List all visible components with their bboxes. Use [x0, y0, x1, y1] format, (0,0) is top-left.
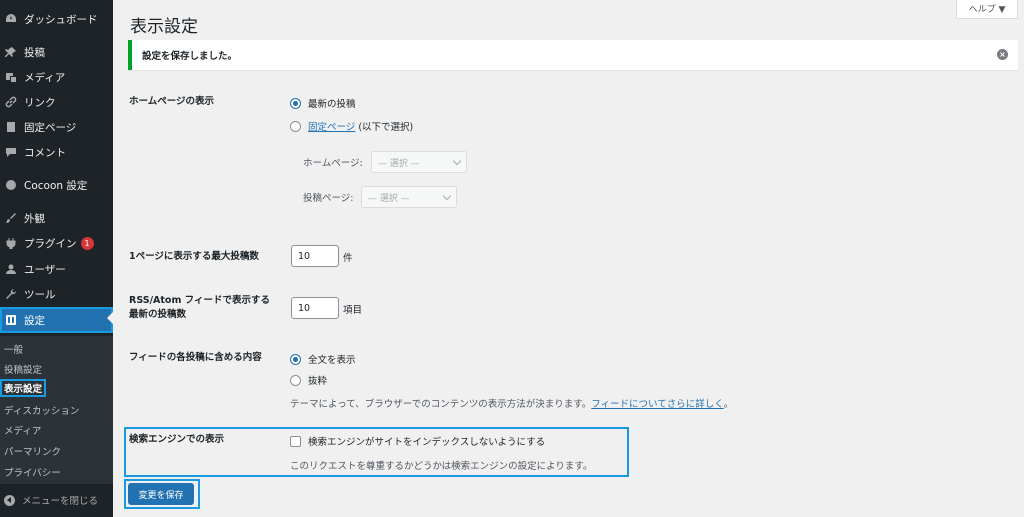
- menu-pages[interactable]: 固定ページ: [0, 116, 113, 138]
- posts-page-select-label: 投稿ページ:: [303, 193, 354, 204]
- posts-page-select-value: — 選択 —: [368, 193, 410, 204]
- menu-appearance[interactable]: 外観: [0, 207, 113, 229]
- menu-links-label: リンク: [24, 96, 56, 109]
- chevron-down-icon: [452, 156, 462, 166]
- submenu-discussion[interactable]: ディスカッション: [4, 403, 79, 417]
- menu-appearance-label: 外観: [24, 212, 45, 225]
- feed-description-end: 。: [723, 399, 734, 410]
- menu-pages-label: 固定ページ: [24, 121, 77, 134]
- posts-per-page-unit: 件: [343, 253, 353, 264]
- brush-icon: [4, 211, 18, 225]
- menu-cocoon[interactable]: Cocoon 設定: [0, 174, 113, 196]
- rss-items-unit: 項目: [343, 305, 363, 316]
- link-icon: [4, 95, 18, 109]
- collapse-icon: [4, 494, 15, 506]
- user-icon: [4, 262, 18, 276]
- posts-per-page-label: 1ページに表示する最大投稿数: [129, 251, 259, 262]
- feed-description-text: テーマによって、ブラウザーでのコンテンツの表示方法が決まります。: [290, 399, 592, 410]
- discourage-search-checkbox[interactable]: 検索エンジンがサイトをインデックスしないようにする: [290, 434, 545, 448]
- menu-tools-label: ツール: [24, 288, 56, 301]
- chevron-down-icon: [442, 191, 452, 201]
- page-title: 表示設定: [130, 17, 198, 37]
- notice-text: 設定を保存しました。: [142, 51, 238, 62]
- discourage-search-box[interactable]: [290, 435, 301, 447]
- radio-static-page-dot[interactable]: [290, 120, 301, 132]
- rss-items-label-line2: 最新の投稿数: [129, 309, 187, 320]
- feed-content-label: フィードの各投稿に含める内容: [129, 352, 262, 363]
- radio-latest-posts[interactable]: 最新の投稿: [290, 96, 356, 110]
- search-engine-description: このリクエストを尊重するかどうかは検索エンジンの設定によります。: [290, 461, 593, 472]
- media-icon: [4, 70, 18, 84]
- menu-comments-label: コメント: [24, 146, 66, 159]
- menu-media[interactable]: メディア: [0, 66, 113, 88]
- radio-latest-posts-label: 最新の投稿: [308, 99, 356, 110]
- radio-latest-posts-dot[interactable]: [290, 97, 301, 109]
- page-icon: [4, 120, 18, 134]
- admin-sidebar: ダッシュボード 投稿 メディア リンク 固定ページ コメント Cocoon 設定…: [0, 0, 113, 517]
- menu-comments[interactable]: コメント: [0, 141, 113, 163]
- collapse-menu-button[interactable]: メニューを閉じる: [4, 493, 98, 507]
- menu-tools[interactable]: ツール: [0, 283, 113, 305]
- radio-excerpt-label: 抜粋: [308, 376, 328, 387]
- plugin-icon: [4, 236, 18, 250]
- radio-excerpt[interactable]: 抜粋: [290, 373, 327, 387]
- menu-links[interactable]: リンク: [0, 91, 113, 113]
- collapse-menu-label: メニューを閉じる: [22, 496, 99, 507]
- submenu-media[interactable]: メディア: [4, 423, 41, 437]
- menu-plugins[interactable]: プラグイン 1: [0, 232, 113, 254]
- update-count-badge: 1: [80, 236, 94, 250]
- homepage-select-label: ホームページ:: [303, 158, 363, 169]
- radio-full-text-dot[interactable]: [290, 353, 301, 365]
- search-engine-label: 検索エンジンでの表示: [129, 434, 225, 445]
- homepage-select[interactable]: — 選択 —: [371, 151, 467, 173]
- wrench-icon: [4, 287, 18, 301]
- posts-per-page-input[interactable]: 10: [291, 245, 339, 267]
- menu-settings-label: 設定: [24, 314, 45, 327]
- rss-items-input[interactable]: 10: [291, 297, 339, 319]
- homepage-select-value: — 選択 —: [378, 158, 420, 169]
- submenu-general[interactable]: 一般: [4, 342, 23, 356]
- homepage-display-label: ホームページの表示: [129, 96, 215, 107]
- comment-icon: [4, 145, 18, 159]
- static-page-link[interactable]: 固定ページ: [308, 119, 355, 133]
- submenu-permalinks[interactable]: パーマリンク: [4, 444, 61, 458]
- submenu-privacy[interactable]: プライバシー: [4, 465, 61, 479]
- feed-learn-more-link[interactable]: フィードについてさらに詳しく: [591, 399, 724, 410]
- radio-full-text-label: 全文を表示: [308, 355, 356, 366]
- menu-media-label: メディア: [24, 71, 66, 84]
- menu-posts[interactable]: 投稿: [0, 41, 113, 63]
- menu-settings[interactable]: 設定: [0, 307, 113, 333]
- menu-cocoon-label: Cocoon 設定: [24, 179, 88, 192]
- submenu-reading[interactable]: 表示設定: [0, 379, 47, 397]
- success-notice: 設定を保存しました。 ×: [128, 40, 1018, 70]
- dismiss-icon[interactable]: ×: [997, 49, 1008, 60]
- menu-posts-label: 投稿: [24, 46, 45, 59]
- menu-dashboard[interactable]: ダッシュボード: [0, 8, 113, 30]
- radio-static-page[interactable]: 固定ページ (以下で選択): [290, 119, 413, 133]
- radio-full-text[interactable]: 全文を表示: [290, 352, 356, 366]
- posts-page-select[interactable]: — 選択 —: [361, 186, 457, 208]
- dashboard-icon: [4, 12, 18, 26]
- help-tab[interactable]: ヘルプ ▼: [956, 0, 1018, 19]
- settings-submenu: 一般 投稿設定 表示設定 ディスカッション メディア パーマリンク プライバシー: [0, 336, 113, 484]
- feed-content-description: テーマによって、ブラウザーでのコンテンツの表示方法が決まります。フィードについて…: [290, 396, 733, 410]
- menu-users-label: ユーザー: [24, 263, 66, 276]
- menu-users[interactable]: ユーザー: [0, 258, 113, 280]
- submenu-writing[interactable]: 投稿設定: [4, 362, 42, 376]
- discourage-search-label: 検索エンジンがサイトをインデックスしないようにする: [308, 437, 546, 448]
- menu-plugins-label: プラグイン: [24, 237, 77, 250]
- save-changes-button[interactable]: 変更を保存: [128, 483, 194, 505]
- menu-dashboard-label: ダッシュボード: [24, 13, 98, 26]
- static-page-suffix: (以下で選択): [355, 122, 414, 133]
- settings-icon: [4, 313, 18, 327]
- circle-icon: [4, 178, 18, 192]
- pin-icon: [4, 45, 18, 59]
- radio-excerpt-dot[interactable]: [290, 374, 301, 386]
